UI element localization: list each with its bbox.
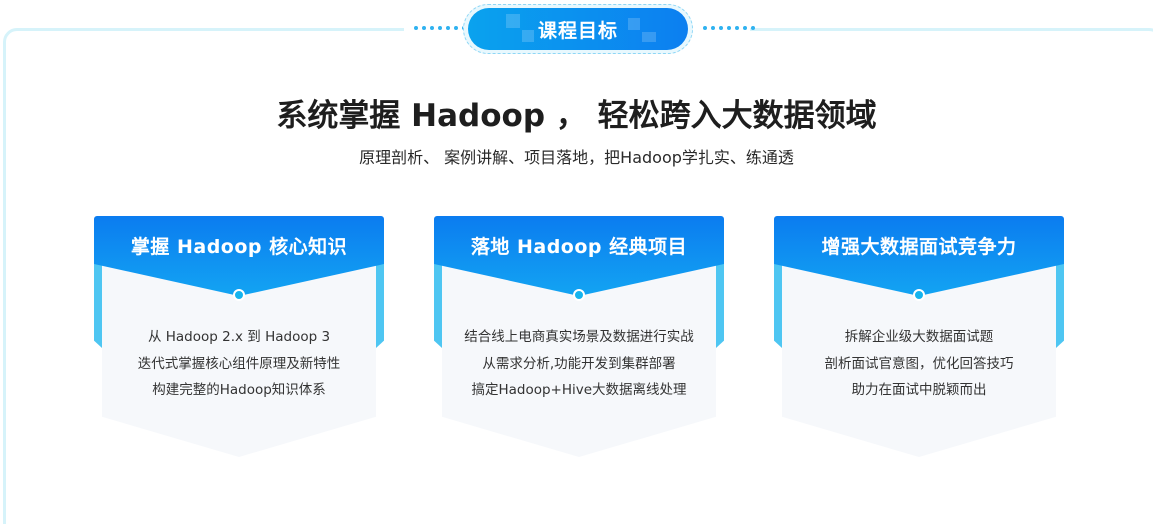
card-side-left bbox=[94, 256, 102, 348]
section-badge-label: 课程目标 bbox=[537, 19, 618, 42]
card-line: 迭代式掌握核心组件原理及新特性 bbox=[137, 355, 341, 372]
page-subtitle: 原理剖析、 案例讲解、项目落地，把Hadoop学扎实、练通透 bbox=[359, 148, 794, 167]
card-side-right bbox=[716, 256, 724, 348]
card-side-left bbox=[774, 256, 782, 348]
card-line: 拆解企业级大数据面试题 bbox=[844, 329, 994, 345]
card-line: 搞定Hadoop+Hive大数据离线处理 bbox=[471, 382, 687, 398]
card-node-dot bbox=[913, 289, 925, 301]
page-title: 系统掌握 Hadoop ， 轻松跨入大数据领域 bbox=[276, 98, 877, 134]
decorative-dots-left bbox=[414, 26, 466, 32]
card-node-dot bbox=[233, 289, 245, 301]
card-title: 增强大数据面试竞争力 bbox=[821, 236, 1017, 258]
card-side-right bbox=[376, 256, 384, 348]
card-node-dot bbox=[573, 289, 585, 301]
card-side-right bbox=[1056, 256, 1064, 348]
card-line: 从 Hadoop 2.x 到 Hadoop 3 bbox=[147, 329, 331, 345]
goal-card-interview: 增强大数据面试竞争力 拆解企业级大数据面试题 剖析面试官意图，优化回答技巧 助力… bbox=[774, 216, 1064, 461]
badge-pattern-square bbox=[628, 18, 640, 30]
card-line: 助力在面试中脱颖而出 bbox=[851, 382, 987, 398]
card-title: 掌握 Hadoop 核心知识 bbox=[130, 236, 348, 258]
section-badge: 课程目标 bbox=[468, 8, 688, 50]
card-description: 拆解企业级大数据面试题 剖析面试官意图，优化回答技巧 助力在面试中脱颖而出 bbox=[782, 324, 1056, 404]
card-line: 从需求分析,功能开发到集群部署 bbox=[482, 355, 676, 372]
goal-card-core-knowledge: 掌握 Hadoop 核心知识 从 Hadoop 2.x 到 Hadoop 3 迭… bbox=[94, 216, 384, 461]
card-title: 落地 Hadoop 经典项目 bbox=[470, 236, 688, 258]
card-description: 结合线上电商真实场景及数据进行实战 从需求分析,功能开发到集群部署 搞定Hado… bbox=[442, 324, 716, 404]
decorative-dots-right bbox=[703, 26, 755, 32]
badge-pattern-square bbox=[506, 14, 520, 28]
card-description: 从 Hadoop 2.x 到 Hadoop 3 迭代式掌握核心组件原理及新特性 … bbox=[102, 324, 376, 404]
card-line: 结合线上电商真实场景及数据进行实战 bbox=[464, 329, 694, 345]
goal-card-project: 落地 Hadoop 经典项目 结合线上电商真实场景及数据进行实战 从需求分析,功… bbox=[434, 216, 724, 461]
card-side-left bbox=[434, 256, 442, 348]
card-line: 剖析面试官意图，优化回答技巧 bbox=[824, 355, 1014, 372]
badge-pattern-square bbox=[642, 32, 656, 42]
badge-pattern-square bbox=[522, 30, 534, 42]
card-line: 构建完整的Hadoop知识体系 bbox=[152, 382, 326, 398]
